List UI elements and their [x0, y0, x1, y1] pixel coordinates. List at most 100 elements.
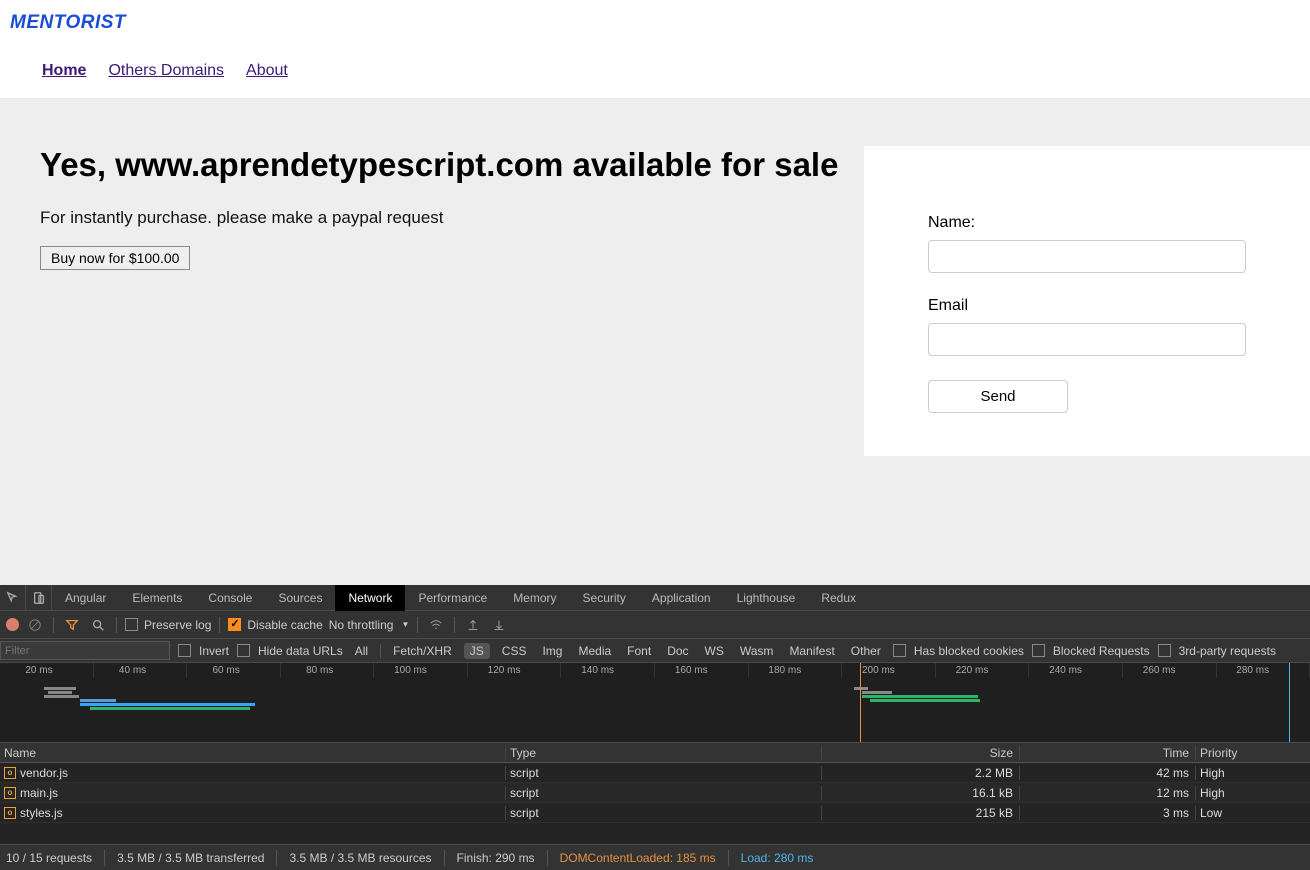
col-time[interactable]: Time	[1020, 746, 1196, 760]
row-size: 2.2 MB	[822, 766, 1020, 780]
tab-network[interactable]: Network	[335, 585, 405, 611]
devtools-tabstrip: Angular Elements Console Sources Network…	[0, 585, 1310, 611]
network-table: Name Type Size Time Priority ovendor.jss…	[0, 743, 1310, 844]
timeline-tick: 120 ms	[468, 663, 562, 678]
send-button[interactable]: Send	[928, 380, 1068, 413]
clear-icon[interactable]	[25, 618, 45, 632]
chevron-down-icon[interactable]: ▼	[401, 620, 409, 629]
filter-js[interactable]: JS	[464, 643, 490, 659]
thirdparty-checkbox[interactable]	[1158, 644, 1171, 657]
network-filter-bar: Invert Hide data URLs All Fetch/XHR JS C…	[0, 639, 1310, 663]
status-transferred: 3.5 MB / 3.5 MB transferred	[117, 851, 264, 865]
timeline-tick: 280 ms	[1217, 663, 1310, 678]
invert-label[interactable]: Invert	[199, 644, 229, 658]
search-icon[interactable]	[88, 618, 108, 632]
timeline-tick: 240 ms	[1029, 663, 1123, 678]
tab-angular[interactable]: Angular	[52, 585, 119, 611]
filter-manifest[interactable]: Manifest	[785, 644, 838, 658]
col-priority[interactable]: Priority	[1196, 746, 1310, 760]
row-priority: High	[1196, 766, 1310, 780]
col-type[interactable]: Type	[506, 746, 822, 760]
blocked-cookies-label[interactable]: Has blocked cookies	[914, 644, 1024, 658]
page-heading: Yes, www.aprendetypescript.com available…	[40, 146, 864, 184]
tab-lighthouse[interactable]: Lighthouse	[724, 585, 809, 611]
filter-icon[interactable]	[62, 618, 82, 632]
page-subtext: For instantly purchase. please make a pa…	[40, 208, 864, 228]
invert-checkbox[interactable]	[178, 644, 191, 657]
nav-others[interactable]: Others Domains	[108, 62, 224, 80]
contact-form: Name: Email Send	[864, 146, 1310, 456]
nav-home[interactable]: Home	[42, 62, 86, 80]
filter-css[interactable]: CSS	[498, 644, 531, 658]
timeline-tick: 40 ms	[94, 663, 188, 678]
row-priority: High	[1196, 786, 1310, 800]
filter-other[interactable]: Other	[847, 644, 885, 658]
preserve-log-checkbox[interactable]	[125, 618, 138, 631]
device-icon[interactable]	[26, 585, 52, 611]
blocked-req-label[interactable]: Blocked Requests	[1053, 644, 1150, 658]
table-row[interactable]: ovendor.jsscript2.2 MB42 msHigh	[0, 763, 1310, 783]
nav-about[interactable]: About	[246, 62, 288, 80]
filter-font[interactable]: Font	[623, 644, 655, 658]
status-finish: Finish: 290 ms	[457, 851, 535, 865]
tab-memory[interactable]: Memory	[500, 585, 569, 611]
throttling-dropdown[interactable]: No throttling	[329, 618, 396, 632]
filter-doc[interactable]: Doc	[663, 644, 692, 658]
row-type: script	[506, 806, 822, 820]
email-label: Email	[928, 297, 1270, 315]
hide-dataurl-checkbox[interactable]	[237, 644, 250, 657]
email-input[interactable]	[928, 323, 1246, 356]
filter-img[interactable]: Img	[538, 644, 566, 658]
hide-dataurl-label[interactable]: Hide data URLs	[258, 644, 343, 658]
timeline-tick: 180 ms	[749, 663, 843, 678]
row-type: script	[506, 766, 822, 780]
record-button[interactable]	[6, 618, 19, 631]
tab-sources[interactable]: Sources	[265, 585, 335, 611]
tab-security[interactable]: Security	[570, 585, 639, 611]
tab-redux[interactable]: Redux	[808, 585, 869, 611]
name-input[interactable]	[928, 240, 1246, 273]
status-load: Load: 280 ms	[741, 851, 814, 865]
tab-performance[interactable]: Performance	[405, 585, 500, 611]
disable-cache-checkbox[interactable]	[228, 618, 241, 631]
row-time: 12 ms	[1020, 786, 1196, 800]
timeline-tick: 140 ms	[561, 663, 655, 678]
network-statusbar: 10 / 15 requests 3.5 MB / 3.5 MB transfe…	[0, 844, 1310, 870]
wifi-icon[interactable]	[426, 618, 446, 632]
table-row[interactable]: ostyles.jsscript215 kB3 msLow	[0, 803, 1310, 823]
filter-media[interactable]: Media	[574, 644, 615, 658]
filter-wasm[interactable]: Wasm	[736, 644, 778, 658]
col-name[interactable]: Name	[0, 746, 506, 760]
network-timeline[interactable]: 20 ms40 ms60 ms80 ms100 ms120 ms140 ms16…	[0, 663, 1310, 743]
upload-icon[interactable]	[463, 618, 483, 632]
row-size: 16.1 kB	[822, 786, 1020, 800]
tab-console[interactable]: Console	[195, 585, 265, 611]
row-size: 215 kB	[822, 806, 1020, 820]
filter-ws[interactable]: WS	[701, 644, 728, 658]
main-nav: Home Others Domains About	[10, 34, 1300, 98]
tab-application[interactable]: Application	[639, 585, 724, 611]
col-size[interactable]: Size	[822, 746, 1020, 760]
thirdparty-label[interactable]: 3rd-party requests	[1179, 644, 1276, 658]
row-type: script	[506, 786, 822, 800]
devtools-panel: Angular Elements Console Sources Network…	[0, 585, 1310, 870]
download-icon[interactable]	[489, 618, 509, 632]
timeline-tick: 200 ms	[842, 663, 936, 678]
filter-input[interactable]	[0, 641, 170, 660]
blocked-req-checkbox[interactable]	[1032, 644, 1045, 657]
filter-fetch[interactable]: Fetch/XHR	[389, 644, 456, 658]
tab-elements[interactable]: Elements	[119, 585, 195, 611]
row-name: vendor.js	[20, 766, 68, 780]
status-requests: 10 / 15 requests	[0, 851, 92, 865]
timeline-tick: 100 ms	[374, 663, 468, 678]
row-name: main.js	[20, 786, 58, 800]
disable-cache-label[interactable]: Disable cache	[247, 618, 322, 632]
buy-button[interactable]: Buy now for $100.00	[40, 246, 190, 270]
inspect-icon[interactable]	[0, 585, 26, 611]
timeline-tick: 80 ms	[281, 663, 375, 678]
filter-all[interactable]: All	[351, 644, 372, 658]
table-row[interactable]: omain.jsscript16.1 kB12 msHigh	[0, 783, 1310, 803]
blocked-cookies-checkbox[interactable]	[893, 644, 906, 657]
preserve-log-label[interactable]: Preserve log	[144, 618, 211, 632]
status-dcl: DOMContentLoaded: 185 ms	[560, 851, 716, 865]
